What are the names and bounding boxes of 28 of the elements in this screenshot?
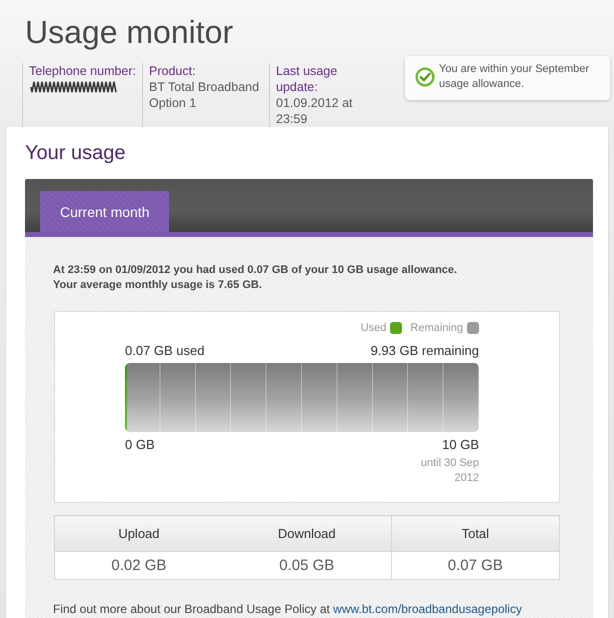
field-value: BT Total Broadband Option 1 xyxy=(149,79,260,111)
table-header-cell: Total xyxy=(391,516,560,552)
field-label: Product: xyxy=(149,63,196,79)
legend-label: Used xyxy=(360,321,386,335)
table-header-cell: Download xyxy=(222,516,392,552)
field-label: Telephone number: xyxy=(29,63,136,79)
table-cell: 0.07 GB xyxy=(391,552,560,580)
summary-text: Your average monthly usage is 7.65 GB. xyxy=(53,278,263,293)
tab[interactable]: Current month xyxy=(40,191,170,232)
table-cell: 0.02 GB xyxy=(54,552,223,580)
used-amount: 0.07 GB used xyxy=(125,343,204,359)
check-circle-icon xyxy=(415,67,435,87)
section-title: Your usage xyxy=(25,141,126,165)
table-cell: 0.05 GB xyxy=(222,552,392,580)
summary-text: At 23:59 on 01/09/2012 you had used 0.07 GB of your 10 GB usage allowance. xyxy=(53,263,458,278)
field-value: 01.09.2012 at 23:59 xyxy=(276,95,354,127)
remaining-amount: 9.93 GB remaining xyxy=(370,343,479,359)
page-title: Usage monitor xyxy=(24,13,234,51)
footer-text: Find out more about our Broadband Usage Policy at www.bt.com/broadbandusagepolicy xyxy=(53,602,523,616)
scale-max-label: 10 GB xyxy=(442,437,479,453)
scale-min-label: 0 GB xyxy=(125,437,155,453)
table-header-cell: Upload xyxy=(54,516,223,552)
period-note: until 30 Sep 2012 xyxy=(420,456,479,486)
policy-link[interactable]: www.bt.com/broadbandusagepolicy xyxy=(333,602,522,616)
legend-label: Remaining xyxy=(410,321,463,335)
field-label: Last usage update: xyxy=(276,63,338,95)
status-text: You are within your September usage allowance. xyxy=(439,62,590,92)
redaction-scribble-icon xyxy=(29,80,119,94)
